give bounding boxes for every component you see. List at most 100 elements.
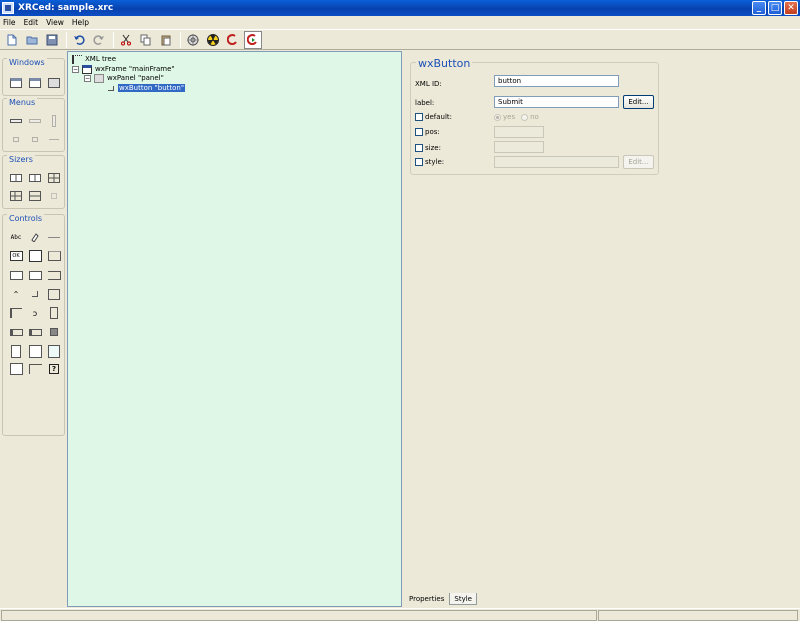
calendar-icon[interactable] <box>27 361 43 377</box>
paste-icon[interactable] <box>157 31 175 49</box>
box-sizer-icon[interactable] <box>8 170 24 186</box>
pos-input[interactable] <box>494 126 544 138</box>
panel-tabs: Properties Style <box>404 593 477 607</box>
dialog-icon[interactable] <box>27 75 43 91</box>
xml-id-input[interactable]: button <box>494 75 619 87</box>
copy-icon[interactable] <box>137 31 155 49</box>
bitmap-button-icon[interactable] <box>27 248 43 264</box>
tree-root[interactable]: XML tree <box>72 54 117 64</box>
default-no-label: no <box>530 113 539 121</box>
tree-ctrl-icon[interactable] <box>46 343 62 359</box>
properties-heading: wxButton <box>416 57 473 70</box>
test-icon[interactable] <box>204 31 222 49</box>
menuitem-icon[interactable] <box>46 113 62 129</box>
default-checkbox[interactable] <box>415 113 423 121</box>
toolbar <box>0 29 800 50</box>
style-checkbox[interactable] <box>415 158 423 166</box>
static-text-icon[interactable]: Abc <box>8 229 24 245</box>
tree-label-frame: wxFrame "mainFrame" <box>95 65 175 73</box>
tree-expander-panel[interactable]: − <box>84 74 91 82</box>
spin-icon[interactable]: ⌃ <box>8 286 24 302</box>
palette-group-windows: Windows <box>2 58 65 96</box>
open-file-icon[interactable] <box>23 31 41 49</box>
combo-box-icon[interactable] <box>27 267 43 283</box>
close-button[interactable]: ✕ <box>784 1 798 15</box>
style-edit-button[interactable]: Edit... <box>623 155 654 169</box>
palette-group-sizers: Sizers <box>2 155 65 209</box>
separator-icon[interactable] <box>46 131 62 147</box>
slider-icon[interactable] <box>27 286 43 302</box>
new-file-icon[interactable] <box>3 31 21 49</box>
list-ctrl-icon[interactable] <box>8 343 24 359</box>
style-input[interactable] <box>494 156 619 168</box>
grid-sizer-icon[interactable] <box>46 170 62 186</box>
menu-view[interactable]: View <box>46 18 64 27</box>
tree-root-label: XML tree <box>85 55 117 63</box>
spacer-icon[interactable] <box>46 188 62 204</box>
save-icon[interactable] <box>43 31 61 49</box>
text-ctrl-icon[interactable] <box>46 248 62 264</box>
grid-icon[interactable] <box>27 343 43 359</box>
component-palette: Windows Menus Sizers Controls Abc OK ⌃ ↄ… <box>0 51 67 608</box>
tool-icon[interactable] <box>27 131 43 147</box>
frame-icon[interactable] <box>8 75 24 91</box>
check-list-icon[interactable] <box>27 324 43 340</box>
checkbox-icon[interactable] <box>8 305 24 321</box>
locate-icon[interactable] <box>184 31 202 49</box>
refresh-icon[interactable] <box>224 31 242 49</box>
bitmap-icon[interactable] <box>27 229 43 245</box>
textbox-icon[interactable] <box>8 267 24 283</box>
default-label: default: <box>425 113 452 121</box>
status-cell-main <box>1 610 597 621</box>
minimize-button[interactable]: _ <box>752 1 766 15</box>
auto-refresh-icon[interactable] <box>244 30 262 49</box>
radio-button-icon[interactable]: ↄ <box>27 305 43 321</box>
default-no-radio[interactable] <box>521 113 529 121</box>
label-input[interactable]: Submit <box>494 96 619 108</box>
unknown-control-icon[interactable]: ? <box>46 361 62 377</box>
tree-item-panel[interactable]: − wxPanel "panel" <box>84 73 165 83</box>
properties-panel: wxButton XML ID: button label: Submit Ed… <box>404 51 800 607</box>
redo-icon[interactable] <box>90 31 108 49</box>
cut-icon[interactable] <box>117 31 135 49</box>
size-input[interactable] <box>494 141 544 153</box>
status-bar <box>0 608 800 621</box>
tree-root-icon <box>72 54 82 64</box>
title-bar: XRCed: sample.xrc _ □ ✕ <box>0 0 800 16</box>
palette-title-menus: Menus <box>7 98 38 107</box>
pos-label: pos: <box>425 128 440 136</box>
size-checkbox[interactable] <box>415 144 423 152</box>
scrollbar-icon[interactable] <box>46 305 62 321</box>
xml-tree-panel[interactable]: XML tree − wxFrame "mainFrame" − wxPanel… <box>67 51 402 607</box>
button-icon[interactable]: OK <box>8 248 24 264</box>
menu-edit[interactable]: Edit <box>24 18 39 27</box>
menubar-icon[interactable] <box>8 113 24 129</box>
flex-grid-sizer-icon[interactable] <box>8 188 24 204</box>
menu-file[interactable]: File <box>3 18 16 27</box>
html-window-icon[interactable] <box>8 361 24 377</box>
tree-expander-frame[interactable]: − <box>72 65 79 73</box>
menu-icon[interactable] <box>27 113 43 129</box>
toolbar-item-icon[interactable] <box>8 131 24 147</box>
gridbag-sizer-icon[interactable] <box>27 188 43 204</box>
label-label: label: <box>415 99 435 107</box>
static-box-sizer-icon[interactable] <box>27 170 43 186</box>
pos-checkbox[interactable] <box>415 128 423 136</box>
list-box-icon[interactable] <box>8 324 24 340</box>
tree-item-button[interactable]: wxButton "button" <box>108 83 186 93</box>
label-edit-button[interactable]: Edit... <box>623 95 654 109</box>
tab-properties[interactable]: Properties <box>404 593 450 605</box>
spin-ctrl-icon[interactable] <box>46 286 62 302</box>
gauge-icon[interactable] <box>46 324 62 340</box>
undo-icon[interactable] <box>70 31 88 49</box>
tab-style[interactable]: Style <box>449 593 477 605</box>
panel-icon[interactable] <box>46 75 62 91</box>
static-line-icon[interactable] <box>46 229 62 245</box>
palette-group-controls: Controls Abc OK ⌃ ↄ ? <box>2 214 65 436</box>
size-label: size: <box>425 144 441 152</box>
choice-icon[interactable] <box>46 267 62 283</box>
menu-bar: File Edit View Help <box>0 16 800 28</box>
menu-help[interactable]: Help <box>72 18 89 27</box>
default-yes-radio[interactable] <box>494 113 501 121</box>
maximize-button[interactable]: □ <box>768 1 782 15</box>
